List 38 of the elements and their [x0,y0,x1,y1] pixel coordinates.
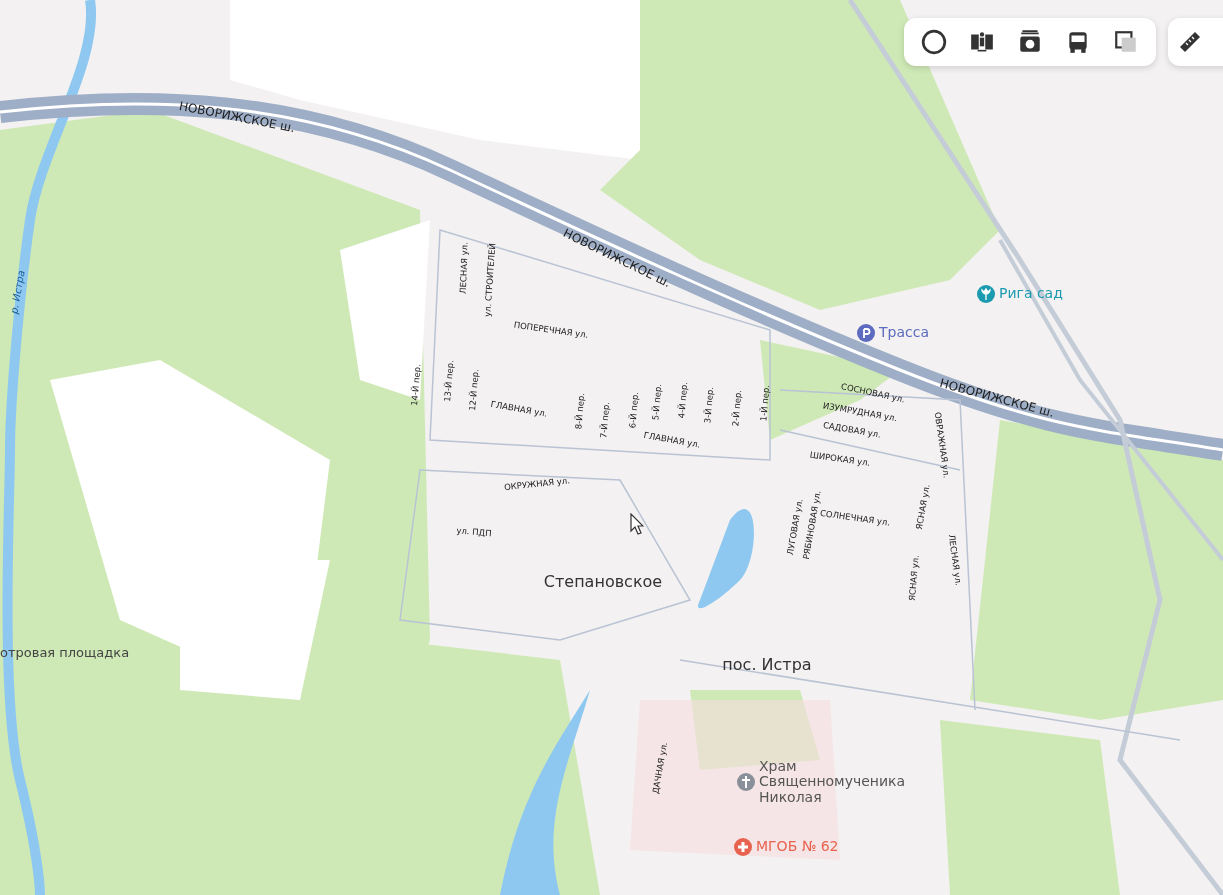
street-label: ГЛАВНАЯ ул. [490,399,548,419]
street-label: ул. ПДП [456,526,492,538]
circle-icon [921,29,947,55]
cursor-icon [630,513,644,535]
river-label: р. Истра [9,269,27,315]
street-label: 12-Й пер. [467,368,481,412]
street-label: 3-Й пер. [703,386,715,424]
poi-label[interactable]: МГОБ № 62 [756,839,839,855]
street-label: 7-Й пер. [599,401,611,439]
street-label: 5-Й пер. [651,383,663,421]
street-label: ОВРАЖНАЯ ул. [933,411,951,479]
street-label: ЯСНАЯ ул. [907,554,921,602]
place-label: отровая площадка [0,646,130,659]
street-label: 4-Й пер. [677,381,689,419]
camera-icon [1017,29,1043,55]
street-label: 1-Й пер. [759,384,771,422]
ruler-icon [1178,30,1202,54]
squares-icon [1113,29,1139,55]
street-label: ЛЕСНАЯ ул. [947,533,963,587]
poi-label[interactable]: Трасса [879,325,929,341]
street-label: 14-Й пер. [409,363,423,407]
street-label: ОКРУЖНАЯ ул. [503,476,571,492]
place-label: Степановское [543,574,663,590]
street-label: ДАЧНАЯ ул. [651,741,669,795]
street-label: 6-Й пер. [628,391,640,429]
street-label: 2-Й пер. [731,389,743,427]
poi-label[interactable]: Храм Священномученика Николая [759,759,906,806]
street-label: ГЛАВНАЯ ул. [643,430,701,450]
street-label: ЯСНАЯ ул. [914,483,932,531]
street-label: ул. СТРОИТЕЛЕЙ [483,242,497,318]
poi-label[interactable]: Рига сад [999,286,1063,302]
place-label: пос. Истра [722,657,812,673]
street-label: ШИРОКАЯ ул. [809,450,871,468]
street-label: 8-Й пер. [574,392,586,430]
street-label: САДОВАЯ ул. [822,420,882,440]
street-label: 13-Й пер. [442,359,456,403]
street-label: СОЛНЕЧНАЯ ул. [819,508,891,528]
street-label: ЛЕСНАЯ ул. [458,242,470,294]
